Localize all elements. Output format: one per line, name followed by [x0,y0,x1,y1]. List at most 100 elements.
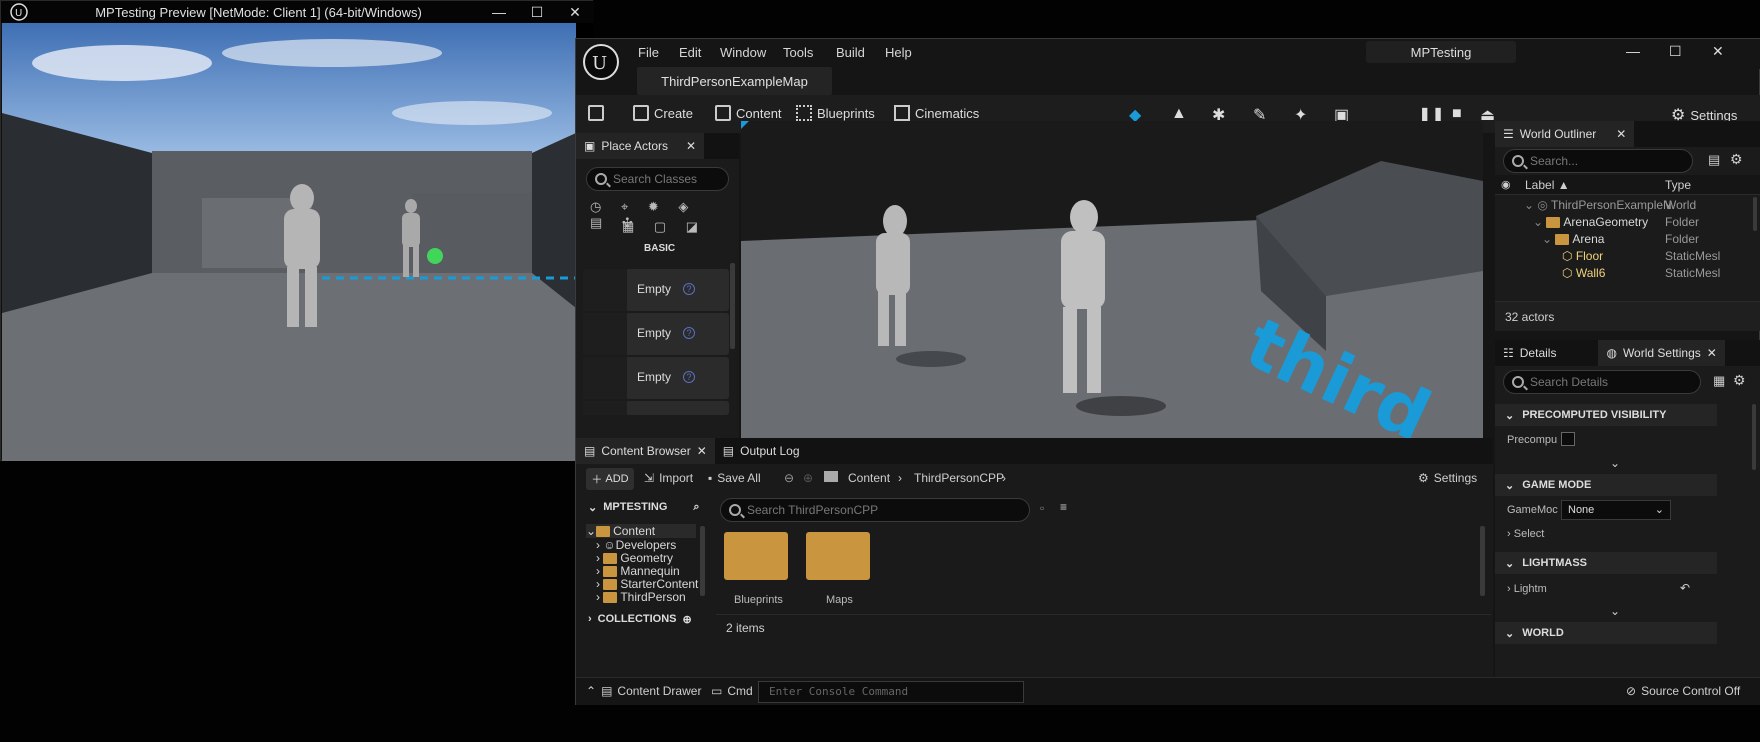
actor-item-empty-character[interactable]: Empty? [583,313,729,355]
filter-icon[interactable]: ≡ [1060,500,1067,514]
reset-icon[interactable]: ↶ [1680,581,1690,595]
gamemode-dropdown[interactable]: None ⌄ [1561,500,1671,520]
search-icon[interactable]: ⌕ [693,501,699,513]
tab-level-map[interactable]: ThirdPersonExampleMap [637,67,832,95]
actor-item-point-light[interactable] [583,401,729,415]
menu-file[interactable]: File [638,45,659,60]
place-actors-icon: ▣ [584,139,596,153]
search-classes-input[interactable]: Search Classes [586,167,729,191]
project-root[interactable]: ⌄ MPTESTING ⌕ [582,496,710,518]
lightmass-prop-row[interactable]: › Lightm [1507,583,1547,595]
forward-icon[interactable]: ⊕ [803,471,813,485]
tree-item-startercontent[interactable]: › StarterContent [596,577,698,591]
minimize-button[interactable]: — [480,1,518,23]
outliner-search-input[interactable]: Search... [1503,149,1693,173]
section-precomputed-visibility[interactable]: ⌄ PRECOMPUTED VISIBILITY [1495,404,1717,426]
close-icon[interactable]: ✕ [1616,127,1626,141]
tab-output-log[interactable]: ▤ Output Log [715,444,808,458]
add-button[interactable]: ＋ ADD [586,468,634,490]
sources-scrollbar[interactable] [700,526,705,596]
blueprints-button[interactable]: Blueprints [796,105,875,121]
save-all-button[interactable]: ▪ Save All [708,471,761,485]
tree-item-thirdperson[interactable]: › ThirdPerson [596,590,686,604]
add-folder-icon[interactable]: ▤ [1708,152,1720,168]
close-icon[interactable]: ✕ [686,139,696,153]
outliner-row[interactable]: ⌄ ◎ ThirdPersonExampleN [1524,198,1672,212]
folder-thumb-blueprints[interactable] [724,532,788,580]
details-scrollbar[interactable] [1752,404,1756,470]
details-search-input[interactable]: Search Details [1503,370,1701,394]
outliner-row[interactable]: ⬡ Floor [1562,249,1603,263]
maximize-button[interactable]: ☐ [1669,43,1682,60]
cmd-button[interactable]: ▭ Cmd [711,684,753,698]
chevron-down-icon: ⌄ [588,502,598,514]
section-game-mode[interactable]: ⌄ GAME MODE [1495,474,1717,496]
visibility-icon[interactable]: ◉ [1501,178,1511,191]
outliner-row[interactable]: ⬡ Wall6 [1562,266,1605,280]
outliner-row[interactable]: ⌄ ArenaGeometry [1533,215,1648,229]
maximize-button[interactable]: ☐ [518,1,556,23]
place-actors-panel: ▣ Place Actors ✕ Search Classes ◷ ⌖ ✹ ◈ ▤ … [576,133,739,438]
folder-thumb-maps[interactable] [806,532,870,580]
tree-item-mannequin[interactable]: › Mannequin [596,564,680,578]
collections-header[interactable]: › COLLECTIONS ⊕ [582,608,710,630]
tree-item-content[interactable]: ⌄ Content [586,524,696,538]
asset-scrollbar[interactable] [1480,526,1485,596]
close-button[interactable]: ✕ [1712,43,1724,60]
chevron-right-icon[interactable]: › [1002,471,1006,485]
save-icon[interactable] [588,105,604,121]
level-viewport[interactable]: third [741,121,1483,438]
precomputed-checkbox[interactable] [1561,432,1575,446]
menu-window[interactable]: Window [720,45,766,60]
close-icon[interactable]: ✕ [1707,346,1717,360]
chevron-down-icon[interactable]: ⌄ [1610,456,1620,470]
source-control-button[interactable]: ⊘ Source Control Off [1626,684,1740,698]
actor-category-icons-row2[interactable]: ▦ ▢ ◪ [622,219,706,235]
actor-item-empty-pawn[interactable]: Empty? [583,357,729,399]
section-lightmass[interactable]: ⌄ LIGHTMASS [1495,552,1717,574]
tab-world-settings[interactable]: ◍ World Settings ✕ [1598,340,1725,366]
breadcrumb-content[interactable]: Content [848,471,890,485]
chevron-down-icon[interactable]: ⌄ [1610,604,1620,618]
actor-item-empty-actor[interactable]: Empty? [583,269,729,311]
import-button[interactable]: ⇲ Import [644,471,693,485]
cinematics-button[interactable]: Cinematics [894,105,979,121]
breadcrumb-thirdpersoncpp[interactable]: ThirdPersonCPP [914,471,1004,485]
console-input[interactable]: Enter Console Command [758,681,1024,703]
editor-window: U File Edit Window Tools Build Help MPTe… [575,38,1760,705]
preview-title-bar[interactable]: U MPTesting Preview [NetMode: Client 1] … [1,1,594,23]
tree-item-developers[interactable]: › ☺Developers [596,538,676,552]
menu-build[interactable]: Build [836,45,865,60]
tab-details[interactable]: ☷ Details [1495,346,1564,360]
selected-prop-row[interactable]: › Select [1507,528,1544,540]
content-drawer-button[interactable]: ⌃ ▤ Content Drawer [586,684,701,698]
actors-scrollbar[interactable] [730,263,735,349]
tab-content-browser[interactable]: ▤ Content Browser ✕ [576,438,715,464]
tab-world-outliner[interactable]: ☰ World Outliner ✕ [1495,121,1635,147]
close-button[interactable]: ✕ [556,1,594,23]
back-icon[interactable]: ⊖ [784,471,794,485]
add-collection-icon[interactable]: ⊕ [683,613,692,626]
section-world[interactable]: ⌄ WORLD [1495,622,1717,644]
terminal-icon: ▭ [711,684,723,698]
tree-item-geometry[interactable]: › Geometry [596,551,673,565]
save-search-icon[interactable]: ▫ [1040,501,1044,515]
gear-icon[interactable]: ⚙ [1733,372,1746,389]
outliner-row[interactable]: ⌄ Arena [1542,232,1604,246]
col-type[interactable]: Type [1665,178,1691,192]
close-icon[interactable]: ✕ [697,444,707,458]
col-label[interactable]: Label ▲ [1525,178,1570,192]
game-viewport[interactable] [2,23,576,461]
create-button[interactable]: Create [633,105,693,121]
tab-place-actors[interactable]: ▣ Place Actors ✕ [576,133,705,159]
menu-tools[interactable]: Tools [783,45,813,60]
outliner-scrollbar[interactable] [1753,197,1757,231]
content-settings-button[interactable]: ⚙ Settings [1418,471,1477,485]
table-view-icon[interactable]: ▦ [1713,373,1725,389]
content-button[interactable]: Content [715,105,782,121]
menu-edit[interactable]: Edit [679,45,701,60]
gear-icon[interactable]: ⚙ [1730,151,1743,168]
minimize-button[interactable]: — [1626,43,1640,59]
asset-search-input[interactable]: Search ThirdPersonCPP [720,498,1030,522]
menu-help[interactable]: Help [885,45,912,60]
